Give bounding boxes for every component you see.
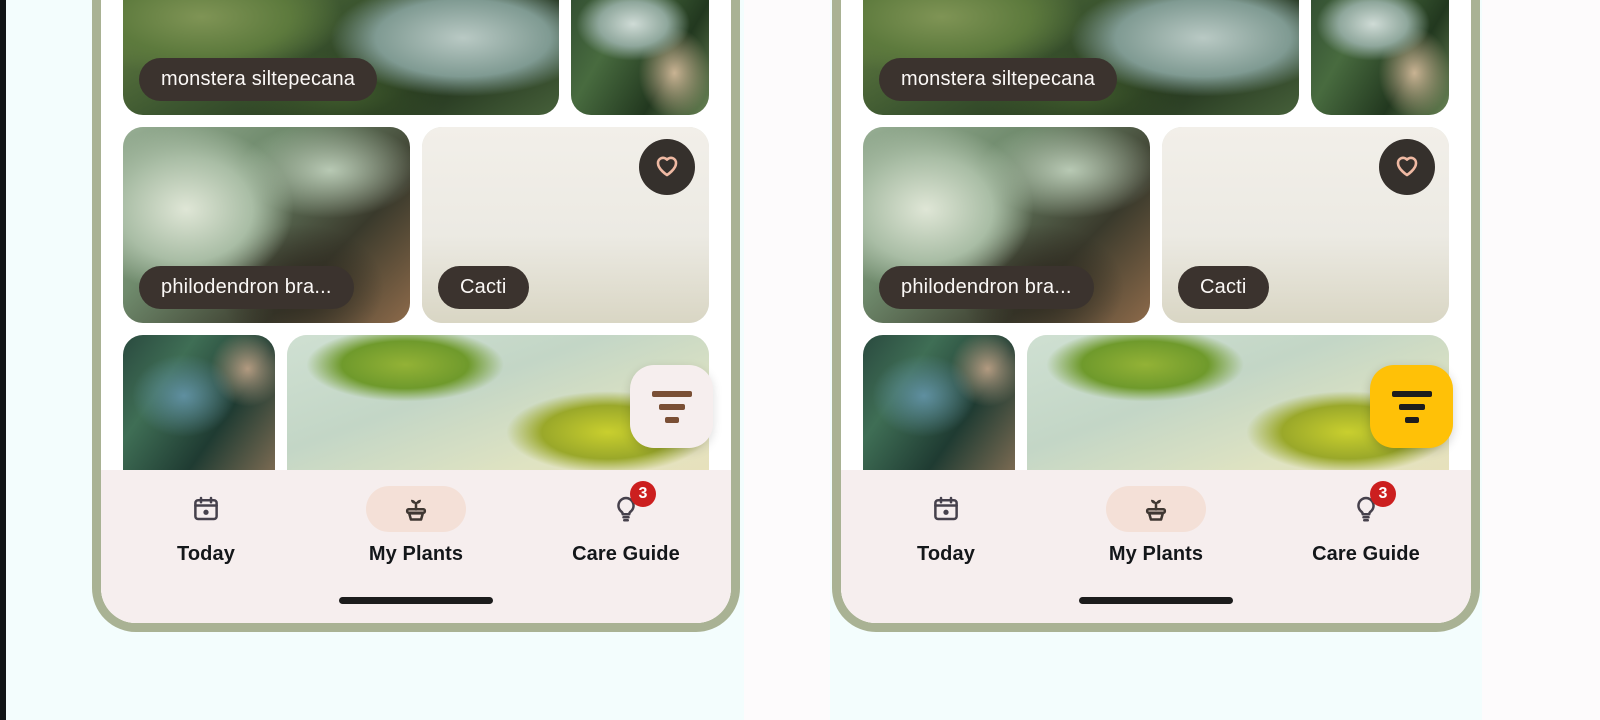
nav-item-label: Care Guide (572, 543, 680, 565)
calendar-icon (156, 486, 256, 532)
left-edge-strip (0, 0, 6, 720)
plant-name-chip: philodendron bra... (139, 266, 354, 309)
plant-card-lady-palm[interactable] (863, 335, 1016, 470)
nav-item-label: My Plants (1108, 543, 1204, 565)
nav-item-care-guide[interactable]: 3 Care Guide (521, 481, 731, 566)
favorite-button[interactable] (639, 139, 695, 195)
nav-item-my-plants[interactable]: My Plants (311, 486, 521, 566)
home-indicator[interactable] (1079, 597, 1233, 604)
plant-photo (863, 335, 1016, 470)
plant-photo (123, 335, 276, 470)
nav-item-label: Care Guide (1312, 543, 1420, 565)
plant-card-philodendron-brandtianum[interactable]: philodendron bra... (123, 127, 410, 323)
calendar-icon (896, 486, 996, 532)
notification-badge: 3 (630, 481, 656, 507)
bottom-navigation: Today My Plants 3 Care Guide (841, 470, 1471, 623)
plant-name-chip: philodendron bra... (879, 266, 1094, 309)
filter-fab[interactable] (1370, 365, 1453, 448)
plant-card-palm-plant[interactable] (1311, 0, 1449, 115)
lightbulb-icon: 3 (1316, 481, 1416, 532)
plant-name-chip: Cacti (438, 266, 529, 309)
plant-grid-row (863, 335, 1449, 470)
plant-grid-row (123, 335, 709, 470)
heart-icon (1392, 150, 1422, 185)
nav-item-label: My Plants (368, 543, 464, 565)
potted-plant-icon (1106, 486, 1206, 532)
plant-card-cacti[interactable]: Cacti (422, 127, 709, 323)
heart-icon (652, 150, 682, 185)
plant-name-chip: monstera siltepecana (879, 58, 1118, 101)
gutter-right-margin (1482, 0, 1600, 720)
plant-grid-row: monstera siltepecana (123, 0, 709, 115)
gutter-between-phones (744, 0, 830, 720)
plant-name-chip: Cacti (1178, 266, 1269, 309)
home-indicator[interactable] (339, 597, 493, 604)
phone-frame: monstera siltepecana philodendron bra... C… (832, 0, 1480, 632)
plant-card-monstera-siltepecana[interactable]: monstera siltepecana (863, 0, 1300, 115)
plant-grid-row: philodendron bra... Cacti (123, 127, 709, 323)
nav-item-label: Today (917, 543, 975, 565)
potted-plant-icon (366, 486, 466, 532)
nav-item-today[interactable]: Today (841, 486, 1051, 566)
app-screen: monstera siltepecana philodendron bra... C… (841, 0, 1471, 623)
bottom-navigation: Today My Plants 3 Care Guide (101, 470, 731, 623)
plant-card-cacti[interactable]: Cacti (1162, 127, 1449, 323)
lightbulb-icon: 3 (576, 481, 676, 532)
plant-card-lady-palm[interactable] (123, 335, 276, 470)
plant-photo (1311, 0, 1449, 115)
nav-item-today[interactable]: Today (101, 486, 311, 566)
plant-grid-row: philodendron bra... Cacti (863, 127, 1449, 323)
notification-badge: 3 (1370, 481, 1396, 507)
filter-fab[interactable] (630, 365, 713, 448)
plant-card-monstera-siltepecana[interactable]: monstera siltepecana (123, 0, 560, 115)
nav-item-label: Today (177, 543, 235, 565)
phone-frame: monstera siltepecana philodendron bra... C… (92, 0, 740, 632)
favorite-button[interactable] (1379, 139, 1435, 195)
plant-card-palm-plant[interactable] (571, 0, 709, 115)
plant-grid-row: monstera siltepecana (863, 0, 1449, 115)
plant-name-chip: monstera siltepecana (139, 58, 378, 101)
plant-card-philodendron-brandtianum[interactable]: philodendron bra... (863, 127, 1150, 323)
filter-icon (651, 390, 692, 423)
nav-item-my-plants[interactable]: My Plants (1051, 486, 1261, 566)
app-screen: monstera siltepecana philodendron bra... C… (101, 0, 731, 623)
plant-photo (571, 0, 709, 115)
nav-item-care-guide[interactable]: 3 Care Guide (1261, 481, 1471, 566)
filter-icon (1391, 390, 1432, 423)
